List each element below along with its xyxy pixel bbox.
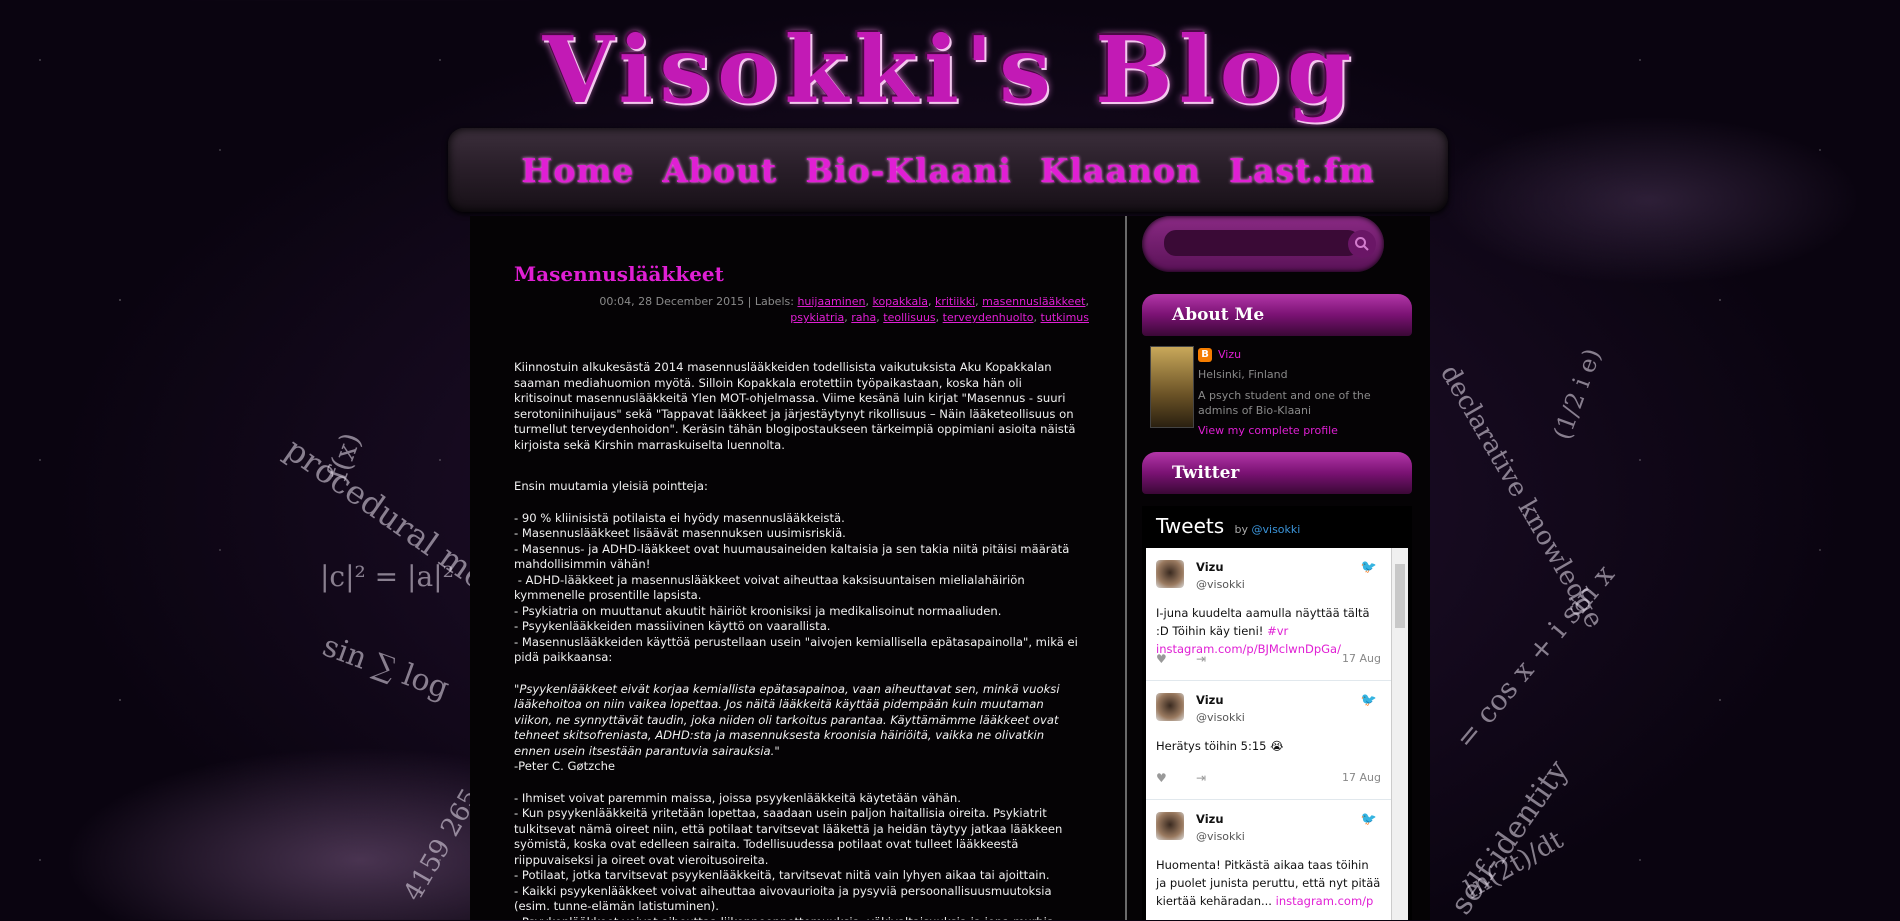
label-link[interactable]: teollisuus [883, 311, 935, 324]
profile-widget: B Vizu Helsinki, Finland A psych student… [1150, 346, 1410, 437]
twitter-bird-icon[interactable]: 🐦 [1361, 812, 1377, 827]
sidebar: About Me B Vizu Helsinki, Finland A psyc… [1142, 216, 1430, 920]
profile-location: Helsinki, Finland [1198, 368, 1288, 381]
twitter-handle-link[interactable]: @visokki [1252, 523, 1301, 536]
tweet-list: Vizu @visokki 🐦 I-juna kuudelta aamulla … [1146, 548, 1391, 920]
tweet[interactable]: Vizu @visokki 🐦 Huomenta! Pitkästä aikaa… [1146, 800, 1391, 920]
post-list: - Ihmiset voivat paremmin maissa, joissa… [514, 790, 1063, 921]
tweets-header: Tweets by @visokki [1156, 514, 1300, 538]
avatar[interactable] [1156, 812, 1184, 840]
tweet-author-handle[interactable]: @visokki [1196, 830, 1245, 843]
tweet-author-name[interactable]: Vizu [1196, 693, 1224, 707]
deco-left-4: sin ∑ log [317, 628, 454, 707]
deco-right-3: = cos x + i sin x [1448, 558, 1621, 755]
tweets-label: Tweets [1156, 514, 1225, 538]
view-profile-link[interactable]: View my complete profile [1198, 424, 1338, 437]
tweet-text: I-juna kuudelta aamulla näyttää tältä :D… [1156, 604, 1381, 658]
profile-name[interactable]: Vizu [1218, 348, 1241, 361]
label-link[interactable]: terveydenhuolto [943, 311, 1034, 324]
by-label: by [1234, 523, 1249, 536]
label-link[interactable]: huijaaminen [797, 295, 865, 308]
label-link[interactable]: kritiikki [935, 295, 975, 308]
tweet-author-name[interactable]: Vizu [1196, 812, 1224, 826]
avatar[interactable] [1150, 346, 1194, 428]
post-body: Kiinnostuin alkukesästä 2014 masennuslää… [514, 360, 1079, 920]
twitter-bird-icon[interactable]: 🐦 [1361, 560, 1377, 575]
label-link[interactable]: masennuslääkkeet [982, 295, 1085, 308]
label-link[interactable]: psykiatria [790, 311, 844, 324]
twitter-timeline: Tweets by @visokki Vizu @visokki 🐦 I-jun… [1142, 506, 1412, 920]
nav-klaanon[interactable]: Klaanon [1040, 151, 1201, 190]
main-navigation: Home About Bio-Klaani Klaanon Last.fm [448, 128, 1448, 212]
deco-left-3: |c|² = |a|² [320, 560, 454, 593]
label-link[interactable]: raha [851, 311, 876, 324]
search-button[interactable] [1348, 230, 1376, 258]
post-list: - 90 % kliinisistä potilaista ei hyödy m… [514, 510, 1078, 665]
twitter-heading: Twitter [1142, 452, 1412, 494]
post-quote-author: -Peter C. Gøtzche [514, 759, 616, 773]
heart-icon[interactable]: ♥ [1156, 771, 1167, 785]
post-meta: 00:04, 28 December 2015 | Labels: huijaa… [599, 295, 1089, 324]
blog-title-logo[interactable]: Visokki's Blog [510, 14, 1390, 126]
tweet-author-handle[interactable]: @visokki [1196, 711, 1245, 724]
deco-right-5: (1/2 i e) [1547, 344, 1607, 444]
avatar[interactable] [1156, 560, 1184, 588]
nav-bio-klaani[interactable]: Bio-Klaani [805, 151, 1012, 190]
tweet[interactable]: Vizu @visokki 🐦 I-juna kuudelta aamulla … [1146, 548, 1391, 681]
blogger-icon: B [1198, 348, 1212, 362]
avatar[interactable] [1156, 693, 1184, 721]
tweet-list-scrollbar[interactable] [1391, 548, 1408, 920]
tweet-link[interactable]: instagram.com/p [1276, 894, 1374, 908]
main-column: Masennuslääkkeet 00:04, 28 December 2015… [470, 216, 1125, 920]
nav-about[interactable]: About [662, 151, 777, 190]
tweet-actions: ♥ ⇥ 17 Aug [1156, 652, 1381, 668]
search-input[interactable] [1164, 230, 1360, 256]
nav-home[interactable]: Home [521, 151, 634, 190]
nav-lastfm[interactable]: Last.fm [1229, 151, 1375, 190]
post-title[interactable]: Masennuslääkkeet [514, 262, 724, 286]
heart-icon[interactable]: ♥ [1156, 652, 1167, 666]
post-paragraph: Kiinnostuin alkukesästä 2014 masennuslää… [514, 360, 1076, 452]
about-me-heading: About Me [1142, 294, 1412, 336]
scrollbar-thumb[interactable] [1395, 564, 1405, 628]
share-icon[interactable]: ⇥ [1196, 771, 1206, 785]
share-icon[interactable]: ⇥ [1196, 652, 1206, 666]
tweet-text: Huomenta! Pitkästä aikaa taas töihin ja … [1156, 856, 1381, 910]
column-divider [1125, 216, 1127, 920]
twitter-bird-icon[interactable]: 🐦 [1361, 693, 1377, 708]
post-quote: "Psyykenlääkkeet eivät korjaa kemiallist… [514, 681, 1060, 758]
tweet-date[interactable]: 17 Aug [1342, 652, 1381, 665]
tweet-actions: ♥ ⇥ 17 Aug [1156, 771, 1381, 787]
post-date-and-labels-prefix: 00:04, 28 December 2015 | Labels: [599, 295, 794, 308]
tweet-author-handle[interactable]: @visokki [1196, 578, 1245, 591]
tweet-text: Herätys töihin 5:15 😭 [1156, 739, 1284, 753]
post-paragraph: Ensin muutamia yleisiä pointteja: [514, 479, 708, 493]
tweet-author-name[interactable]: Vizu [1196, 560, 1224, 574]
profile-description: A psych student and one of the admins of… [1198, 389, 1371, 417]
label-link[interactable]: tutkimus [1041, 311, 1089, 324]
tweets-by: by @visokki [1235, 523, 1301, 536]
label-link[interactable]: kopakkala [872, 295, 928, 308]
tweet[interactable]: Vizu @visokki 🐦 Herätys töihin 5:15 😭 ♥ … [1146, 681, 1391, 800]
search-widget [1142, 216, 1384, 272]
tweet-date[interactable]: 17 Aug [1342, 771, 1381, 784]
tweet-text-body: I-juna kuudelta aamulla näyttää tältä :D… [1156, 606, 1370, 638]
content-area: Masennuslääkkeet 00:04, 28 December 2015… [470, 216, 1430, 920]
search-icon [1355, 237, 1369, 251]
